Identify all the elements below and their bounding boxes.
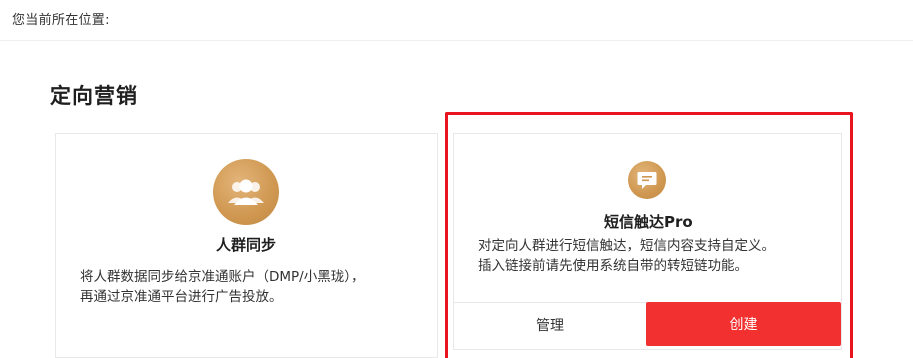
audience-sync-card[interactable]: 人群同步 将人群数据同步给京准通账户（DMP/小黑珑）， 再通过京准通平台进行广…	[55, 133, 438, 358]
audience-sync-desc-line: 将人群数据同步给京准通账户（DMP/小黑珑），	[80, 269, 365, 285]
page-title: 定向营销	[50, 84, 138, 108]
highlight-frame	[445, 112, 853, 358]
audience-sync-desc-line: 再通过京准通平台进行广告投放。	[80, 289, 283, 305]
audience-sync-description: 将人群数据同步给京准通账户（DMP/小黑珑）， 再通过京准通平台进行广告投放。	[80, 267, 364, 307]
breadcrumb-bar: 您当前所在位置:	[0, 0, 913, 41]
breadcrumb: 您当前所在位置:	[12, 13, 110, 28]
users-icon	[213, 159, 279, 225]
audience-sync-title: 人群同步	[216, 236, 277, 254]
